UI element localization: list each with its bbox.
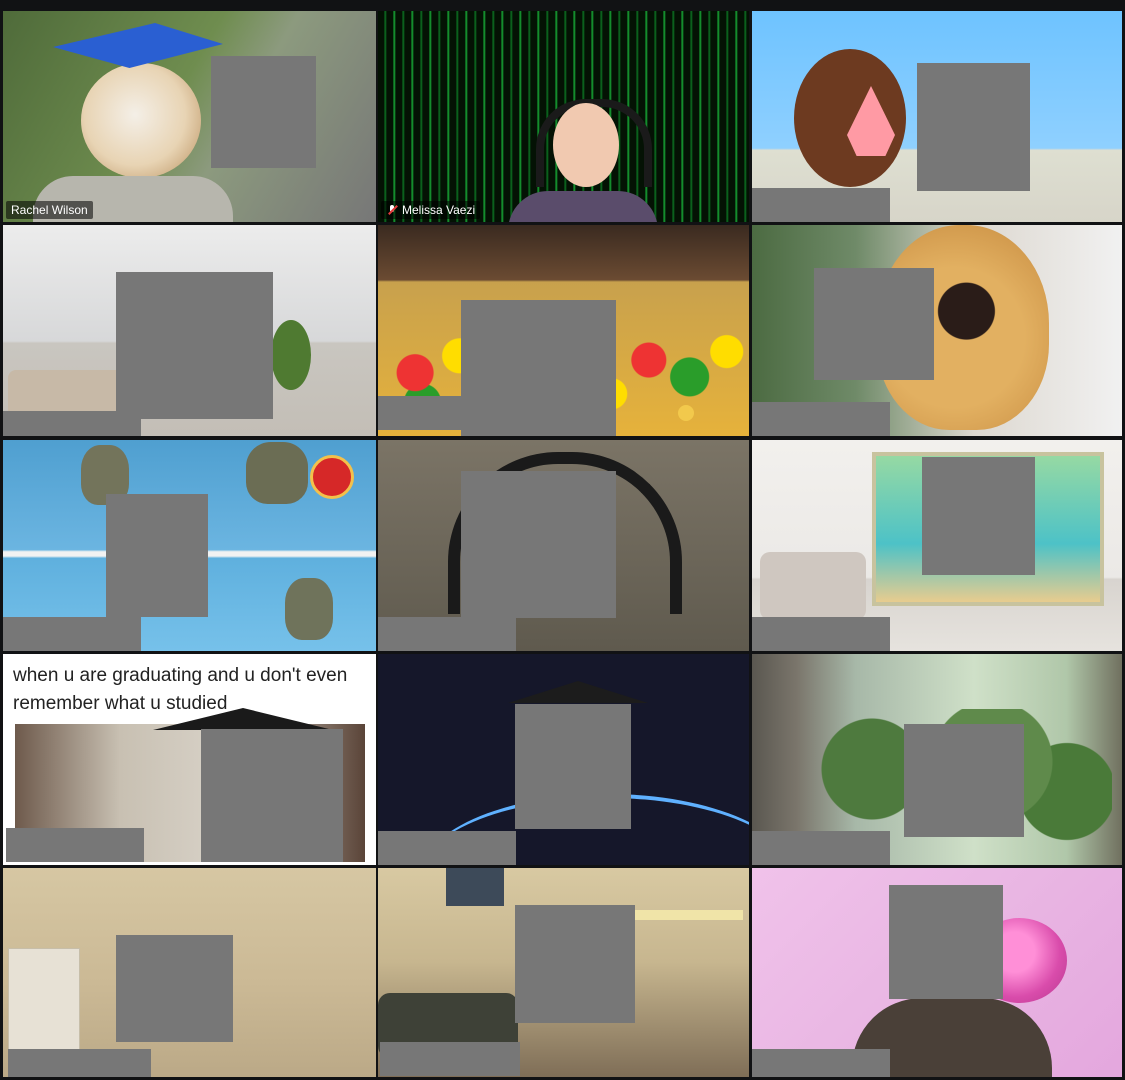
redacted-name-label [378, 831, 516, 865]
video-tile-6[interactable] [752, 225, 1122, 436]
redacted-face [201, 729, 343, 862]
redacted-face [889, 885, 1003, 999]
participant-name: Melissa Vaezi [402, 203, 476, 217]
video-tile-7[interactable] [3, 440, 376, 651]
mic-off-icon [386, 204, 398, 216]
redacted-name-label [3, 617, 141, 651]
participant-face [553, 103, 619, 187]
redacted-face [917, 63, 1030, 191]
redacted-face [904, 724, 1024, 837]
redacted-name-label [378, 617, 516, 651]
redacted-face [515, 905, 635, 1023]
cat-image [81, 63, 201, 178]
shelf-image [633, 910, 743, 920]
redacted-face [116, 272, 273, 419]
redacted-name-label [752, 402, 890, 436]
rock-house-image [794, 49, 906, 187]
video-tile-15[interactable] [752, 868, 1122, 1077]
redacted-name-label [752, 1049, 890, 1077]
armchair-image [760, 552, 866, 620]
video-tile-14[interactable] [378, 868, 749, 1077]
video-tile-8[interactable] [378, 440, 749, 651]
redacted-face [515, 704, 631, 829]
video-tile-3[interactable] [752, 11, 1122, 222]
video-tile-10[interactable]: when u are graduating and u don't even r… [3, 654, 376, 865]
redacted-name-label [752, 188, 890, 222]
redacted-face [116, 935, 233, 1042]
redacted-face [814, 268, 934, 380]
video-tile-13[interactable] [3, 868, 376, 1077]
meme-caption: when u are graduating and u don't even r… [13, 665, 348, 714]
participant-name: Rachel Wilson [11, 203, 88, 217]
participant-name-label: Melissa Vaezi [381, 201, 481, 219]
video-tile-melissa-vaezi[interactable]: Melissa Vaezi [378, 11, 749, 222]
frog-image [246, 442, 308, 504]
redacted-name-label [752, 831, 890, 865]
redacted-name-label [6, 828, 144, 862]
redacted-name-label [8, 1049, 151, 1077]
redacted-name-label [378, 396, 513, 430]
video-tile-11[interactable] [378, 654, 749, 865]
video-tile-4[interactable] [3, 225, 376, 436]
redacted-face [461, 471, 616, 618]
frog-image [285, 578, 333, 640]
video-tile-9[interactable] [752, 440, 1122, 651]
redacted-face [211, 56, 316, 168]
redacted-name-label [380, 1042, 520, 1076]
logo-icon [678, 405, 694, 421]
redacted-face [106, 494, 208, 617]
video-tile-5[interactable] [378, 225, 749, 436]
video-tile-12[interactable] [752, 654, 1122, 865]
participant-name-label: Rachel Wilson [6, 201, 93, 219]
plant-image [271, 320, 311, 390]
participant-shirt [508, 191, 658, 222]
redacted-name-label [752, 617, 890, 651]
redacted-face [922, 457, 1035, 575]
award-ribbon-icon [310, 455, 354, 499]
redacted-name-label [3, 411, 141, 436]
poster-image [446, 868, 504, 906]
video-tile-rachel-wilson[interactable]: Rachel Wilson [3, 11, 376, 222]
